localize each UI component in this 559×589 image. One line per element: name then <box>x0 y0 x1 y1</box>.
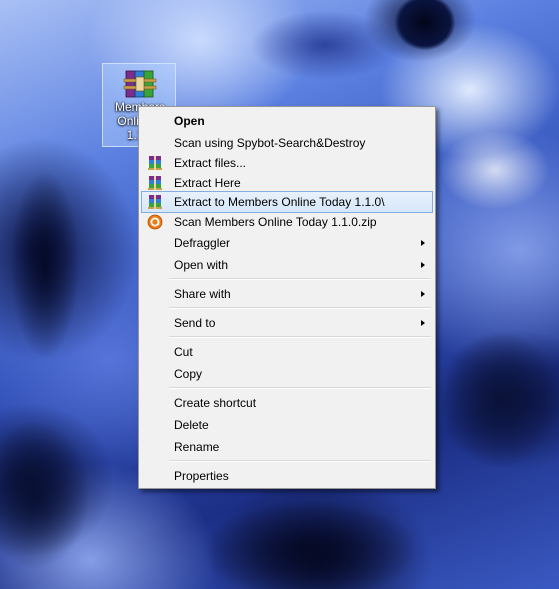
menu-item-label: Scan using Spybot-Search&Destroy <box>174 136 366 150</box>
menu-item-label: Delete <box>174 418 209 432</box>
avast-icon <box>147 214 163 230</box>
menu-item-rename[interactable]: Rename <box>141 436 433 458</box>
submenu-arrow-icon <box>421 320 425 326</box>
menu-item-copy[interactable]: Copy <box>141 363 433 385</box>
context-menu: Open Scan using Spybot-Search&Destroy Ex… <box>138 106 436 489</box>
menu-item-delete[interactable]: Delete <box>141 414 433 436</box>
menu-item-defraggler[interactable]: Defraggler <box>141 232 433 254</box>
menu-separator <box>169 307 431 309</box>
menu-item-open-with[interactable]: Open with <box>141 254 433 276</box>
menu-item-label: Share with <box>174 287 231 301</box>
winrar-icon <box>148 176 162 190</box>
menu-item-send-to[interactable]: Send to <box>141 312 433 334</box>
menu-item-cut[interactable]: Cut <box>141 341 433 363</box>
menu-item-share-with[interactable]: Share with <box>141 283 433 305</box>
menu-item-label: Send to <box>174 316 216 330</box>
submenu-arrow-icon <box>421 291 425 297</box>
submenu-arrow-icon <box>421 240 425 246</box>
submenu-arrow-icon <box>421 262 425 268</box>
menu-item-extract-to-folder[interactable]: Extract to Members Online Today 1.1.0\ <box>141 191 433 213</box>
menu-item-properties[interactable]: Properties <box>141 465 433 487</box>
menu-item-spybot-scan[interactable]: Scan using Spybot-Search&Destroy <box>141 132 433 154</box>
menu-item-create-shortcut[interactable]: Create shortcut <box>141 392 433 414</box>
menu-separator <box>169 387 431 389</box>
menu-separator <box>169 278 431 280</box>
menu-item-label: Rename <box>174 440 220 454</box>
menu-item-label: Open with <box>174 258 229 272</box>
menu-item-label: Extract files... <box>174 156 247 170</box>
menu-item-label: Open <box>174 114 205 128</box>
winrar-archive-icon <box>123 70 157 98</box>
menu-item-extract-files[interactable]: Extract files... <box>141 152 433 174</box>
winrar-icon <box>148 195 162 209</box>
menu-separator <box>169 460 431 462</box>
menu-item-label: Scan Members Online Today 1.1.0.zip <box>174 215 377 229</box>
menu-item-label: Cut <box>174 345 193 359</box>
menu-item-open[interactable]: Open <box>141 110 433 132</box>
menu-item-label: Create shortcut <box>174 396 257 410</box>
winrar-icon <box>148 156 162 170</box>
menu-item-label: Defraggler <box>174 236 231 250</box>
menu-item-label: Properties <box>174 469 229 483</box>
menu-item-avast-scan[interactable]: Scan Members Online Today 1.1.0.zip <box>141 211 433 233</box>
menu-separator <box>169 336 431 338</box>
menu-item-label: Copy <box>174 367 203 381</box>
menu-item-label: Extract to Members Online Today 1.1.0\ <box>174 195 385 209</box>
